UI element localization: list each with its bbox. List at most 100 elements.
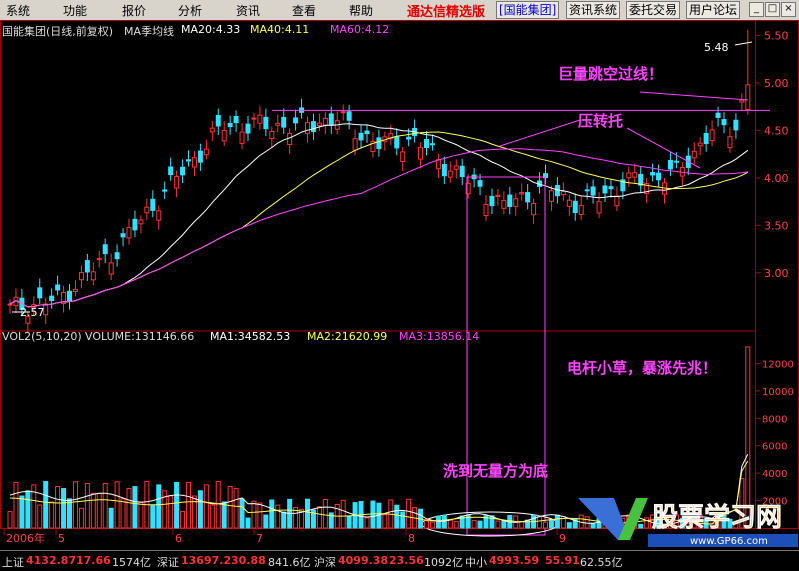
index-name[interactable]: 深证 [157,554,179,570]
volume-ma1: MA1:34582.53 [210,330,291,343]
volume-bar [429,521,435,529]
candle-body [406,136,412,140]
volume-bar [221,501,227,529]
annotation-signal: 电杆小草，暴涨先兆！ [567,359,718,377]
index-name[interactable]: 中小 [465,554,487,570]
high-marker-arrow [734,41,753,46]
volume-bar [114,481,120,529]
menu-quote[interactable]: 报价 [122,2,146,19]
x-tick-label: 9 [559,532,566,545]
volume-bar [55,486,61,529]
candle-body [513,198,519,207]
candle-body [114,252,120,260]
volume-bar [537,515,543,529]
candle-body [209,127,215,133]
candle-body [566,199,572,207]
candle-body [227,122,233,128]
candle-body [162,189,168,192]
candle-body [132,218,138,231]
candle-body [215,114,221,127]
menu-system[interactable]: 系统 [6,2,30,19]
chart-frame [0,20,799,529]
volume-bar [548,519,554,529]
candle-body [525,192,531,203]
candle-body [441,164,447,177]
menu-news[interactable]: 资讯 [236,2,260,19]
menu-view[interactable]: 查看 [292,2,316,19]
volume-bar [203,484,209,529]
volume-bar [346,515,352,529]
candle-body [239,131,245,144]
volume-bar [209,504,215,529]
candle-body [548,190,554,202]
volume-bar [501,520,507,529]
candle-body [572,200,578,214]
chart-canvas[interactable]: 5.50 5.00 4.50 4.00 3.50 3.00 12000 10000 8000 60… [0,20,799,550]
candle-body [447,170,453,178]
volume-bar [471,520,477,529]
volume-bar [281,511,287,529]
volume-bar [566,522,572,529]
index-status-bar: 上证 4132.87 17.66 1574亿 深证 13697.2 30.88 … [0,550,799,571]
candle-body [126,227,132,239]
volume-bar [120,498,126,529]
high-marker: 5.48 [704,41,729,54]
y-tick-label: 4.50 [764,124,789,137]
candle-body [376,137,382,150]
volume-bar [245,517,251,529]
trade-button[interactable]: 委托交易 [626,1,681,19]
candle-body [281,116,287,128]
index-change: 55.91 [545,554,580,567]
index-value: 13697.2 [181,554,232,567]
candle-body [578,205,584,215]
candle-body [328,113,334,126]
candle-body [245,123,251,134]
candle-body [233,116,239,124]
volume-bar [251,500,257,529]
candle-body [352,138,358,151]
candle-body [650,172,656,176]
candle-body [191,157,197,168]
candle-body [96,258,102,261]
menu-analysis[interactable]: 分析 [178,2,202,19]
candle-body [554,184,560,197]
stock-button[interactable]: [国能集团] [496,1,560,19]
ma20-value: MA20:4.33 [181,23,241,36]
menu-help[interactable]: 帮助 [349,2,373,19]
candle-body [477,180,483,187]
volume-bar [257,502,263,529]
candle-body [435,159,441,170]
candle-body [67,290,72,302]
index-name[interactable]: 上证 [2,554,24,570]
menu-bar: 系统 功能 报价 分析 资讯 查看 帮助 通达信精选版 [国能集团] 资讯系统 … [0,0,799,21]
candle-body [305,122,310,134]
candle-body [197,150,203,163]
candle-body [269,130,275,139]
candle-body [697,142,703,147]
candle-body [715,112,721,118]
volume-bar [90,492,96,529]
maximize-icon[interactable]: □ [765,2,780,17]
volume-tick-label: 8000 [762,414,787,425]
candle-body [691,150,697,159]
volume-tick-label: 10000 [762,387,794,398]
candle-body [108,262,114,275]
news-system-button[interactable]: 资讯系统 [566,1,621,19]
candle-body [322,117,328,126]
candle-body [656,172,662,181]
candle-body [429,143,435,146]
candle-body [340,111,346,114]
candle-body [168,166,174,176]
close-icon[interactable]: × [781,2,796,17]
candle-body [138,219,144,225]
candle-body [501,200,507,209]
menu-function[interactable]: 功能 [63,2,87,19]
candle-body [203,148,209,156]
forum-button[interactable]: 用户论坛 [686,1,741,19]
volume-bar [382,514,388,529]
volume-bar [519,521,525,529]
annotation-wash: 洗到无量方为底 [443,462,549,480]
minimize-icon[interactable]: _ [749,2,764,17]
index-name[interactable]: 沪深 [314,554,336,570]
candle-body [721,119,727,126]
